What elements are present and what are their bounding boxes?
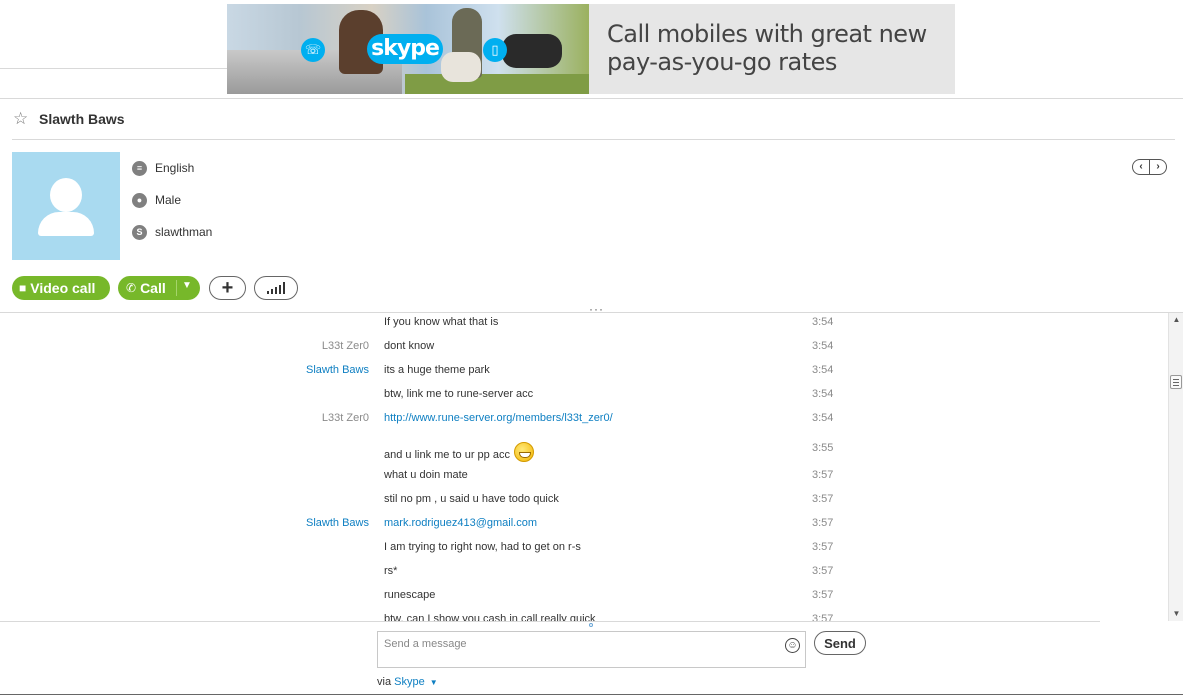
chat-message: L33t Zer0 http://www.rune-server.org/memb… [0, 409, 1168, 429]
chevron-down-icon[interactable]: ▼ [430, 678, 438, 687]
message-input[interactable] [384, 636, 774, 652]
ad-image: ☏ ▯ skype [227, 4, 589, 94]
speech-bubble-icon: ≡ [132, 160, 147, 176]
mobile-phone-icon: ▯ [483, 38, 507, 62]
chevron-left-icon[interactable]: ‹ [1133, 160, 1150, 174]
message-timestamp: 3:57 [812, 541, 834, 553]
chat-message: stil no pm , u said u have todo quick 3:5… [0, 490, 1168, 510]
message-timestamp: 3:54 [812, 316, 834, 328]
message-link[interactable]: mark.rodriguez413@gmail.com [384, 517, 537, 529]
message-timestamp: 3:54 [812, 340, 834, 352]
add-participant-button[interactable]: + [209, 276, 246, 300]
send-button[interactable]: Send [814, 631, 866, 655]
default-avatar-icon [50, 178, 82, 212]
contact-name: Slawth Baws [39, 111, 125, 127]
skype-icon: S [132, 224, 147, 240]
call-button[interactable]: ✆ Call ▼ [118, 276, 200, 300]
message-timestamp: 3:54 [812, 364, 834, 376]
via-network-selector[interactable]: via Skype ▼ [377, 676, 438, 688]
message-text: btw, link me to rune-server acc [384, 388, 534, 400]
message-sender: L33t Zer0 [321, 340, 369, 352]
message-text: runescape [384, 589, 436, 601]
chat-message: and u link me to ur pp acc 3:55 [0, 439, 1168, 462]
avatar[interactable] [12, 152, 120, 260]
chat-message: Slawth Baws mark.rodriguez413@gmail.com 3:… [0, 514, 1168, 534]
message-link[interactable]: http://www.rune-server.org/members/l33t_… [384, 412, 613, 424]
divider [12, 139, 1175, 140]
chat-scrollbar[interactable]: ▲ ▼ [1168, 313, 1183, 621]
favorite-star-icon[interactable]: ☆ [13, 110, 28, 128]
message-sender: L33t Zer0 [321, 412, 369, 424]
message-text: what u doin mate [384, 469, 468, 481]
message-text: rs* [384, 565, 398, 577]
divider [0, 621, 1100, 622]
message-text: dont know [384, 340, 435, 352]
chat-message: Slawth Baws its a huge theme park 3:54 [0, 361, 1168, 381]
message-sender: Slawth Baws [306, 364, 369, 376]
phone-icon: ✆ [126, 281, 137, 295]
scroll-down-arrow-icon[interactable]: ▼ [1169, 607, 1183, 621]
chevron-down-icon[interactable]: ▼ [182, 280, 192, 291]
chat-history[interactable]: If you know what that is 3:54 L33t Zer0 don… [0, 313, 1168, 621]
chevron-right-icon[interactable]: › [1150, 160, 1166, 174]
profile-pager: ‹ › [1132, 159, 1167, 175]
divider [0, 694, 1183, 695]
call-quality-button[interactable] [254, 276, 298, 300]
video-call-button[interactable]: ■ Video call [12, 276, 110, 300]
signal-bars-icon [267, 282, 285, 294]
message-sender: Slawth Baws [306, 517, 369, 529]
message-text: its a huge theme park [384, 364, 490, 376]
ad-banner[interactable]: ☏ ▯ skype Call mobiles with great new pa… [227, 4, 955, 94]
skype-conversation-window: ☏ ▯ skype Call mobiles with great new pa… [0, 0, 1183, 698]
chat-message: btw, link me to rune-server acc 3:54 [0, 385, 1168, 405]
composer-resize-handle[interactable] [589, 623, 593, 627]
profile-language: ≡ English [132, 159, 194, 177]
message-timestamp: 3:54 [812, 388, 834, 400]
scroll-thumb[interactable] [1170, 375, 1182, 389]
message-composer[interactable]: ☺ [377, 631, 806, 668]
message-text: If you know what that is [384, 316, 499, 328]
video-camera-icon: ■ [19, 281, 27, 295]
message-text: I am trying to right now, had to get on … [384, 541, 581, 553]
message-timestamp: 3:57 [812, 469, 834, 481]
chat-message: runescape 3:57 [0, 586, 1168, 606]
ad-headline: Call mobiles with great new pay-as-you-g… [607, 20, 927, 76]
emoticon-icon[interactable]: ☺ [785, 638, 800, 653]
chat-message: L33t Zer0 dont know 3:54 [0, 337, 1168, 357]
person-icon: ● [132, 192, 147, 208]
message-text: stil no pm , u said u have todo quick [384, 493, 559, 505]
profile-gender: ● Male [132, 191, 181, 209]
message-timestamp: 3:57 [812, 493, 834, 505]
grin-emoji [513, 442, 534, 462]
chat-message: rs* 3:57 [0, 562, 1168, 582]
message-text: and u link me to ur pp acc [384, 442, 534, 462]
message-timestamp: 3:57 [812, 517, 834, 529]
chat-message: what u doin mate 3:57 [0, 466, 1168, 486]
divider [0, 68, 227, 69]
message-text: btw, can I show you cash in call really … [384, 613, 596, 621]
skype-logo: skype [367, 34, 443, 64]
message-timestamp: 3:57 [812, 565, 834, 577]
phone-icon: ☏ [301, 38, 325, 62]
chat-message: If you know what that is 3:54 [0, 313, 1168, 333]
plus-icon: + [221, 277, 234, 299]
via-skype-link[interactable]: Skype [394, 676, 425, 688]
message-timestamp: 3:57 [812, 589, 834, 601]
chat-message: I am trying to right now, had to get on … [0, 538, 1168, 558]
divider [0, 98, 1183, 99]
scroll-up-arrow-icon[interactable]: ▲ [1169, 313, 1183, 327]
message-timestamp: 3:55 [812, 442, 834, 454]
profile-skype-name: S slawthman [132, 223, 212, 241]
chat-message: btw, can I show you cash in call really … [0, 610, 1168, 621]
message-timestamp: 3:54 [812, 412, 834, 424]
message-timestamp: 3:57 [812, 613, 834, 621]
